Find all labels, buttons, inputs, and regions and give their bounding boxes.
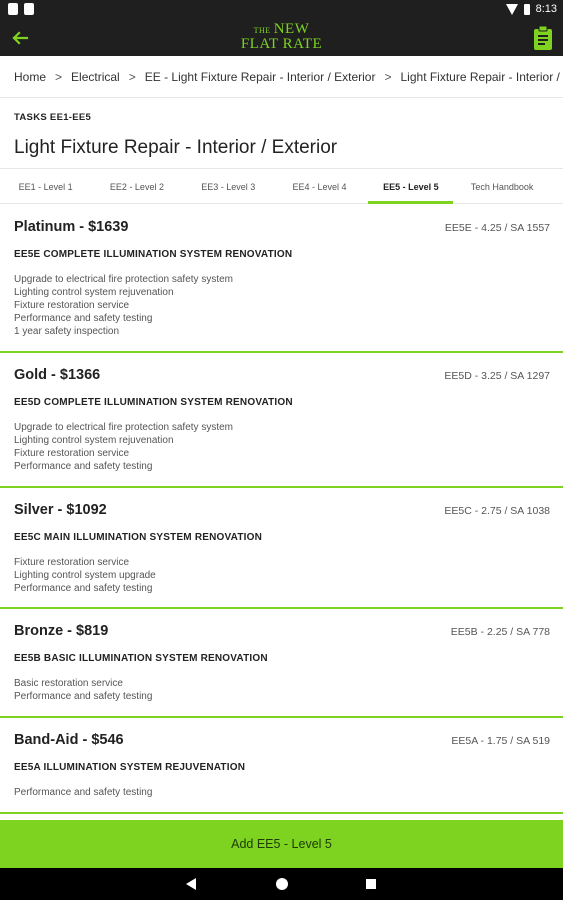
feature-item: Upgrade to electrical fire protection sa… [14,274,233,285]
package-code: EE5D - 3.25 / SA 1297 [444,370,550,382]
feature-item: Lighting control system upgrade [14,570,156,581]
package-title: Gold - $1366 [14,367,101,383]
breadcrumb: Home > Electrical > EE - Light Fixture R… [0,56,563,98]
nav-recents-icon[interactable] [366,879,376,889]
nav-back-icon[interactable] [186,878,196,890]
package-features: Fixture restoration service Lighting con… [14,556,156,595]
package-card-platinum[interactable]: Platinum - $1639 EE5E - 4.25 / SA 1557 E… [0,205,563,353]
notification-icons [8,3,34,15]
package-card-silver[interactable]: Silver - $1092 EE5C - 2.75 / SA 1038 EE5… [0,488,563,609]
package-code: EE5E - 4.25 / SA 1557 [444,222,550,234]
package-card-bronze[interactable]: Bronze - $819 EE5B - 2.25 / SA 778 EE5B … [0,609,563,718]
level-tabs: EE1 - Level 1 EE2 - Level 2 EE3 - Level … [0,168,563,204]
feature-item: Fixture restoration service [14,300,130,311]
feature-item: Performance and safety testing [14,461,153,472]
package-features: Upgrade to electrical fire protection sa… [14,421,233,473]
package-code: EE5B - 2.25 / SA 778 [450,626,550,638]
system-icons: 8:13 [505,3,557,15]
tab-level-2[interactable]: EE2 - Level 2 [91,169,182,203]
app-bar: THE NEW FLAT RATE [0,20,563,56]
battery-icon [523,3,530,15]
package-code: EE5C - 2.75 / SA 1038 [444,505,550,517]
breadcrumb-separator: > [384,69,392,84]
package-card-gold[interactable]: Gold - $1366 EE5D - 3.25 / SA 1297 EE5D … [0,353,563,488]
package-features: Basic restoration service Performance an… [14,677,152,703]
logo-new: NEW [273,21,310,37]
breadcrumb-category[interactable]: EE - Light Fixture Repair - Interior / E… [145,70,376,84]
add-level-button[interactable]: Add EE5 - Level 5 [0,820,563,868]
feature-item: Performance and safety testing [14,313,153,324]
package-title: Bronze - $819 [14,623,109,639]
feature-item: 1 year safety inspection [14,326,120,337]
package-features: Upgrade to electrical fire protection sa… [14,273,233,338]
feature-item: Performance and safety testing [14,583,153,594]
feature-item: Fixture restoration service [14,557,130,568]
notification-icon [24,3,34,15]
feature-item: Lighting control system rejuvenation [14,435,174,446]
package-title: Silver - $1092 [14,502,107,518]
package-subtitle: EE5C MAIN ILLUMINATION SYSTEM RENOVATION [14,532,263,543]
status-time: 8:13 [535,3,557,15]
package-card-band-aid[interactable]: Band-Aid - $546 EE5A - 1.75 / SA 519 EE5… [0,718,563,814]
package-subtitle: EE5B BASIC ILLUMINATION SYSTEM RENOVATIO… [14,653,268,664]
breadcrumb-separator: > [55,69,63,84]
feature-item: Performance and safety testing [14,691,153,702]
package-subtitle: EE5A ILLUMINATION SYSTEM REJUVENATION [14,762,246,773]
feature-item: Performance and safety testing [14,787,153,798]
package-subtitle: EE5E COMPLETE ILLUMINATION SYSTEM RENOVA… [14,249,293,260]
feature-item: Upgrade to electrical fire protection sa… [14,422,233,433]
breadcrumb-electrical[interactable]: Electrical [71,70,120,84]
package-subtitle: EE5D COMPLETE ILLUMINATION SYSTEM RENOVA… [14,397,293,408]
feature-item: Lighting control system rejuvenation [14,287,174,298]
breadcrumb-home[interactable]: Home [14,70,46,84]
package-title: Band-Aid - $546 [14,732,124,748]
package-title: Platinum - $1639 [14,219,129,235]
breadcrumb-current: Light Fixture Repair - Interior / E [400,69,563,84]
nav-home-icon[interactable] [276,878,288,890]
status-bar: 8:13 [0,0,563,20]
clipboard-button[interactable] [533,25,553,51]
feature-item: Fixture restoration service [14,448,130,459]
feature-item: Basic restoration service [14,678,123,689]
package-features: Performance and safety testing [14,786,152,799]
page-title: Light Fixture Repair - Interior / Exteri… [14,137,338,158]
app-logo: THE NEW FLAT RATE [0,22,563,52]
tab-level-1[interactable]: EE1 - Level 1 [0,169,91,203]
tab-level-4[interactable]: EE4 - Level 4 [274,169,365,203]
tab-level-5[interactable]: EE5 - Level 5 [365,169,456,204]
breadcrumb-separator: > [128,69,136,84]
logo-flat-rate: FLAT RATE [240,36,323,52]
wifi-icon [505,3,518,15]
system-nav-bar [0,868,563,900]
tasks-label: TASKS EE1-EE5 [14,112,92,123]
tab-level-3[interactable]: EE3 - Level 3 [183,169,274,203]
logo-the: THE [253,26,271,35]
package-code: EE5A - 1.75 / SA 519 [451,735,550,747]
clipboard-icon [534,25,552,50]
notification-icon [8,3,18,15]
tab-tech-handbook[interactable]: Tech Handbook [456,169,547,203]
